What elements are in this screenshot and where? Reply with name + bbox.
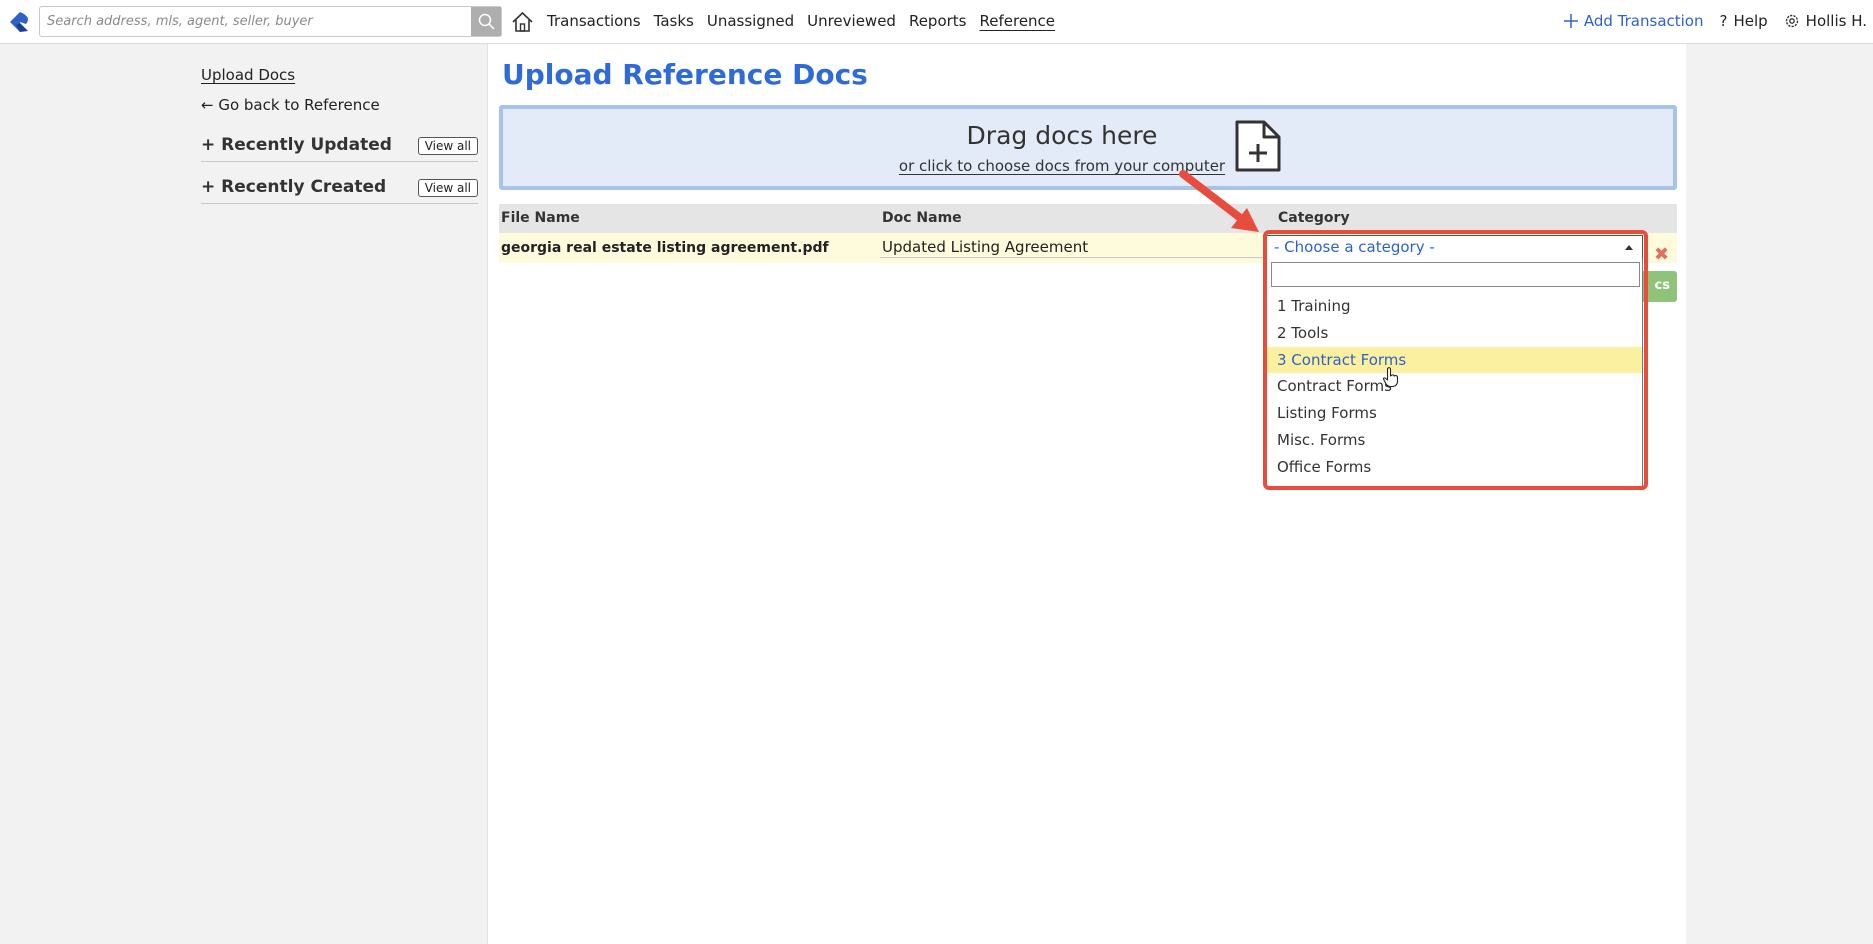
sidebar: Upload Docs ← Go back to Reference + Rec… bbox=[201, 66, 478, 210]
help-label: Help bbox=[1733, 12, 1768, 30]
hand-pointer-icon bbox=[1382, 367, 1399, 388]
recently-created-title[interactable]: + Recently Created bbox=[201, 177, 386, 197]
main-panel: Upload Reference Docs Drag docs here or … bbox=[487, 44, 1686, 944]
column-doc-name: Doc Name bbox=[882, 210, 962, 226]
add-transaction-button[interactable]: Add Transaction bbox=[1563, 12, 1704, 30]
column-file-name: File Name bbox=[501, 210, 580, 226]
expand-plus-icon: + bbox=[201, 135, 222, 155]
nav-unreviewed[interactable]: Unreviewed bbox=[807, 12, 896, 30]
recently-created-view-all-button[interactable]: View all bbox=[417, 179, 478, 197]
choose-docs-link[interactable]: or click to choose docs from your comput… bbox=[503, 157, 1621, 175]
user-name: Hollis H. bbox=[1805, 12, 1867, 30]
search-input[interactable] bbox=[40, 7, 473, 36]
right-nav: Add Transaction ? Help Hollis H. bbox=[1563, 12, 1873, 30]
remove-row-icon[interactable]: ✖ bbox=[1654, 244, 1669, 265]
plus-icon bbox=[1563, 14, 1578, 28]
nav-transactions[interactable]: Transactions bbox=[547, 12, 641, 30]
column-category: Category bbox=[1278, 210, 1350, 226]
app-logo-icon[interactable] bbox=[6, 9, 32, 35]
nav-reports[interactable]: Reports bbox=[909, 12, 967, 30]
recently-updated-section: + Recently Updated View all bbox=[201, 128, 478, 162]
recently-created-section: + Recently Created View all bbox=[201, 170, 478, 204]
upload-docs-link[interactable]: Upload Docs bbox=[201, 66, 478, 84]
search-button[interactable] bbox=[471, 7, 501, 36]
table-header: File Name Doc Name Category bbox=[499, 204, 1677, 233]
add-file-icon bbox=[1235, 120, 1281, 172]
recently-updated-view-all-button[interactable]: View all bbox=[417, 137, 478, 155]
recently-created-label: Recently Created bbox=[221, 177, 387, 197]
nav-unassigned[interactable]: Unassigned bbox=[707, 12, 794, 30]
main-nav: Transactions Tasks Unassigned Unreviewed… bbox=[547, 12, 1068, 30]
page-title: Upload Reference Docs bbox=[502, 58, 868, 91]
gear-icon bbox=[1785, 14, 1798, 28]
help-button[interactable]: ? Help bbox=[1720, 12, 1768, 30]
question-icon: ? bbox=[1719, 12, 1728, 30]
global-search bbox=[39, 6, 502, 37]
arrow-left-icon: ← bbox=[201, 96, 219, 114]
go-back-label: Go back to Reference bbox=[218, 96, 380, 114]
expand-plus-icon: + bbox=[201, 177, 222, 197]
top-bar: Transactions Tasks Unassigned Unreviewed… bbox=[0, 0, 1873, 44]
dropzone-title: Drag docs here bbox=[966, 121, 1158, 150]
search-icon bbox=[478, 13, 495, 30]
user-menu[interactable]: Hollis H. bbox=[1784, 12, 1867, 30]
nav-reference[interactable]: Reference bbox=[980, 12, 1056, 30]
annotation-highlight-box bbox=[1263, 230, 1648, 490]
annotation-arrow-icon bbox=[1179, 170, 1259, 232]
home-icon[interactable] bbox=[511, 11, 534, 33]
recently-updated-title[interactable]: + Recently Updated bbox=[201, 135, 392, 155]
recently-updated-label: Recently Updated bbox=[221, 135, 392, 155]
nav-tasks[interactable]: Tasks bbox=[654, 12, 694, 30]
go-back-link[interactable]: ← Go back to Reference bbox=[201, 96, 478, 114]
file-name-cell: georgia real estate listing agreement.pd… bbox=[501, 240, 829, 256]
upload-dropzone[interactable]: Drag docs here or click to choose docs f… bbox=[499, 105, 1677, 190]
add-transaction-label: Add Transaction bbox=[1583, 12, 1704, 30]
